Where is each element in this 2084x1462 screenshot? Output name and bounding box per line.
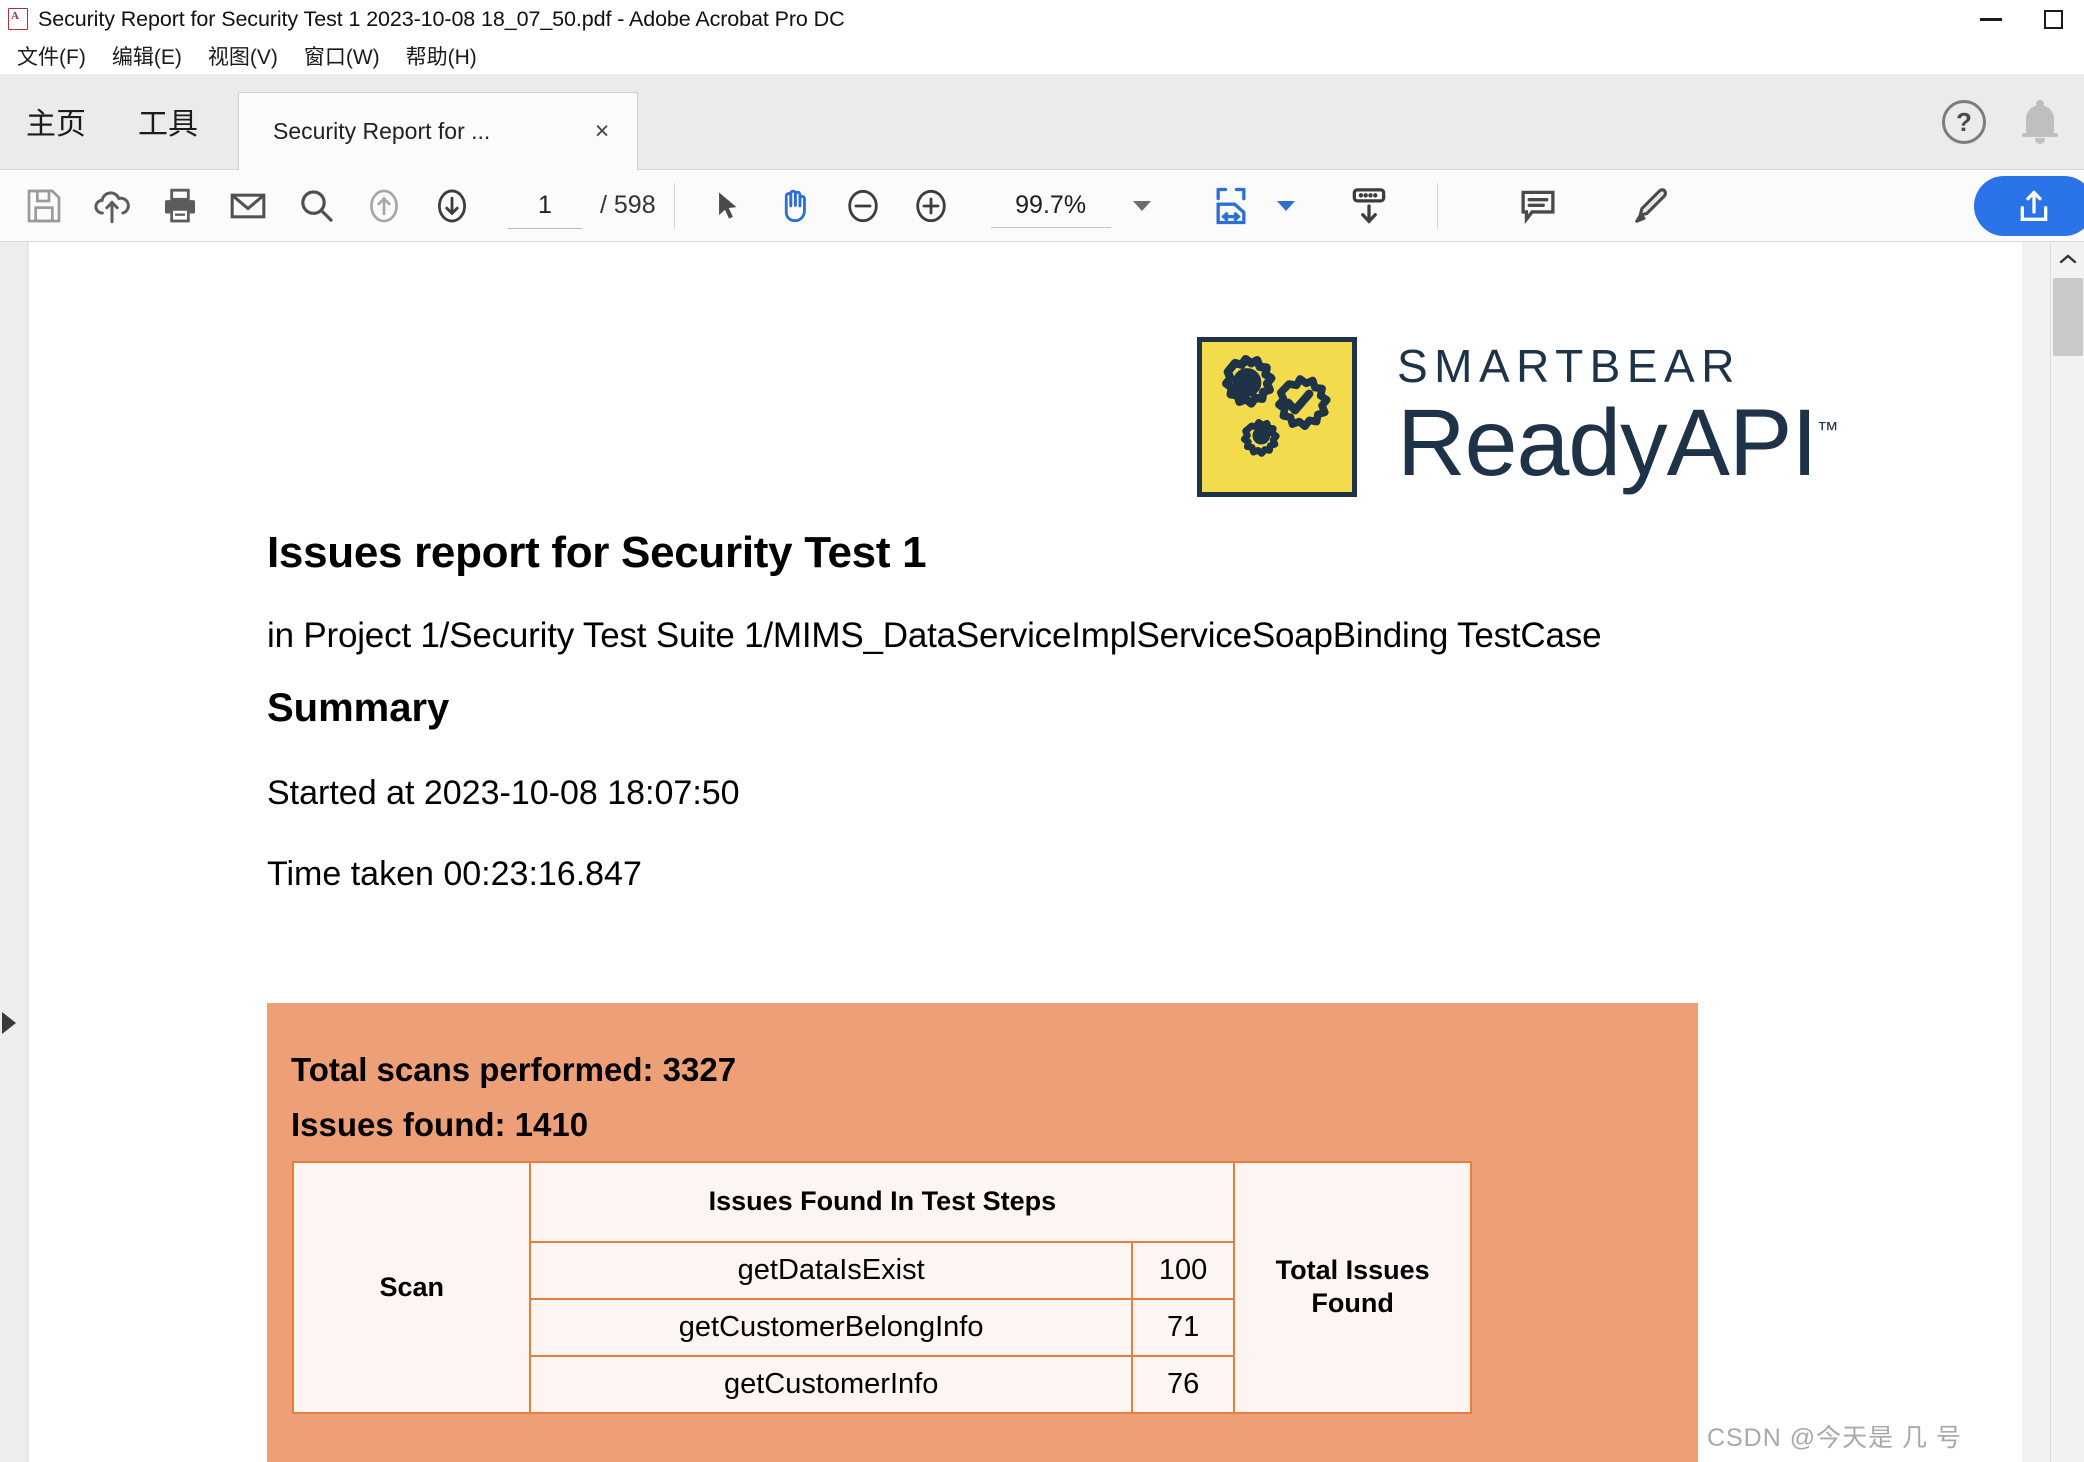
cell-step-name: getCustomerBelongInfo [529,1297,1133,1357]
readyapi-product-text: ReadyAPI™ [1397,389,1839,496]
tab-strip: 主页 工具 Security Report for ... × ? [0,74,2084,170]
col-header-scan: Scan [291,1161,532,1414]
col-header-total-issues: Total Issues Found [1233,1161,1472,1414]
tab-tools[interactable]: 工具 [112,73,224,169]
toolbar-divider-1 [673,182,675,229]
menu-view[interactable]: 视图(V) [195,39,291,73]
pdf-page[interactable]: SMARTBEAR ReadyAPI™ Issues report for Se… [29,242,2022,1462]
zoom-in-icon[interactable] [897,176,965,236]
window-title: Security Report for Security Test 1 2023… [38,6,845,31]
watermark: CSDN @今天是 几 号 [1706,1424,1962,1452]
fit-width-chevron-icon[interactable] [1276,200,1295,211]
zoom-control [990,183,1151,228]
issues-table: Scan Issues Found In Test Steps Total Is… [291,1161,1472,1414]
table-header-row: Scan Issues Found In Test Steps Total Is… [291,1161,1472,1414]
pdf-file-icon: A [8,8,28,30]
comment-icon[interactable] [1504,176,1572,236]
document-tab[interactable]: Security Report for ... × [238,92,638,170]
menu-edit[interactable]: 编辑(E) [99,39,195,73]
scrollbar-thumb[interactable] [2053,278,2083,356]
fit-width-icon[interactable] [1197,176,1265,236]
highlighter-icon[interactable] [1618,176,1686,236]
menu-bar: 文件(F) 编辑(E) 视图(V) 窗口(W) 帮助(H) [0,38,2084,74]
vertical-scrollbar[interactable] [2050,242,2084,1462]
menu-file[interactable]: 文件(F) [4,39,99,73]
acrobat-window: A Security Report for Security Test 1 20… [0,0,2084,1462]
total-scans-text: Total scans performed: 3327 [291,1051,737,1088]
notification-bell-icon[interactable] [2020,99,2060,145]
page-subtitle: in Project 1/Security Test Suite 1/MIMS_… [267,616,1602,655]
next-page-icon[interactable] [418,176,486,236]
page-number-input[interactable] [508,182,582,229]
previous-page-icon[interactable] [350,176,418,236]
page-scroll-icon[interactable] [1335,176,1403,236]
cell-step-name: getCustomerInfo [529,1354,1133,1414]
page-navigation: / 598 [508,182,656,229]
print-icon[interactable] [146,176,214,236]
toolbar-divider-2 [1436,182,1438,229]
hand-tool-icon[interactable] [761,176,829,236]
help-icon[interactable]: ? [1942,100,1986,144]
summary-heading: Summary [267,686,450,730]
trademark-symbol: ™ [1816,416,1839,442]
smartbear-brand-text: SMARTBEAR [1397,339,1741,392]
summary-panel: Total scans performed: 3327 Issues found… [267,1003,1698,1462]
zoom-out-icon[interactable] [829,176,897,236]
started-at-text: Started at 2023-10-08 18:07:50 [267,774,740,812]
select-cursor-icon[interactable] [693,176,761,236]
share-icon[interactable] [1974,176,2084,236]
save-icon[interactable] [10,176,78,236]
smartbear-gear-logo-icon [1197,337,1357,497]
readyapi-wordmark: SMARTBEAR ReadyAPI™ [1397,343,1839,492]
page-title: Issues report for Security Test 1 [267,528,927,577]
maximize-button[interactable] [2022,0,2084,38]
page-total-label: / 598 [600,191,656,219]
document-area: SMARTBEAR ReadyAPI™ Issues report for Se… [0,242,2084,1462]
cloud-upload-icon[interactable] [78,176,146,236]
menu-help[interactable]: 帮助(H) [393,39,490,73]
col-header-issues-steps: Issues Found In Test Steps [529,1161,1236,1243]
zoom-level-input[interactable] [990,183,1111,228]
toolbar: / 598 [0,170,2084,242]
email-icon[interactable] [214,176,282,236]
title-bar: A Security Report for Security Test 1 20… [0,0,2084,38]
cell-step-count: 100 [1130,1240,1236,1300]
navigation-pane-rail [0,242,28,1462]
chevron-down-icon[interactable] [1132,200,1151,211]
search-icon[interactable] [282,176,350,236]
readyapi-logo: SMARTBEAR ReadyAPI™ [1197,337,1839,497]
cell-step-name: getDataIsExist [529,1240,1133,1300]
tab-home[interactable]: 主页 [0,73,112,169]
scroll-up-icon[interactable] [2051,242,2084,276]
document-tab-label: Security Report for ... [273,118,491,144]
tab-strip-right: ? [1942,74,2084,170]
menu-window[interactable]: 窗口(W) [291,39,393,73]
cell-step-count: 76 [1130,1354,1236,1414]
expand-navigation-pane-arrow[interactable] [2,1012,16,1034]
time-taken-text: Time taken 00:23:16.847 [267,855,642,893]
issues-found-text: Issues found: 1410 [291,1106,589,1143]
cell-step-count: 71 [1130,1297,1236,1357]
close-icon[interactable]: × [589,117,615,146]
minimize-button[interactable] [1960,0,2022,38]
window-controls [1960,0,2084,38]
